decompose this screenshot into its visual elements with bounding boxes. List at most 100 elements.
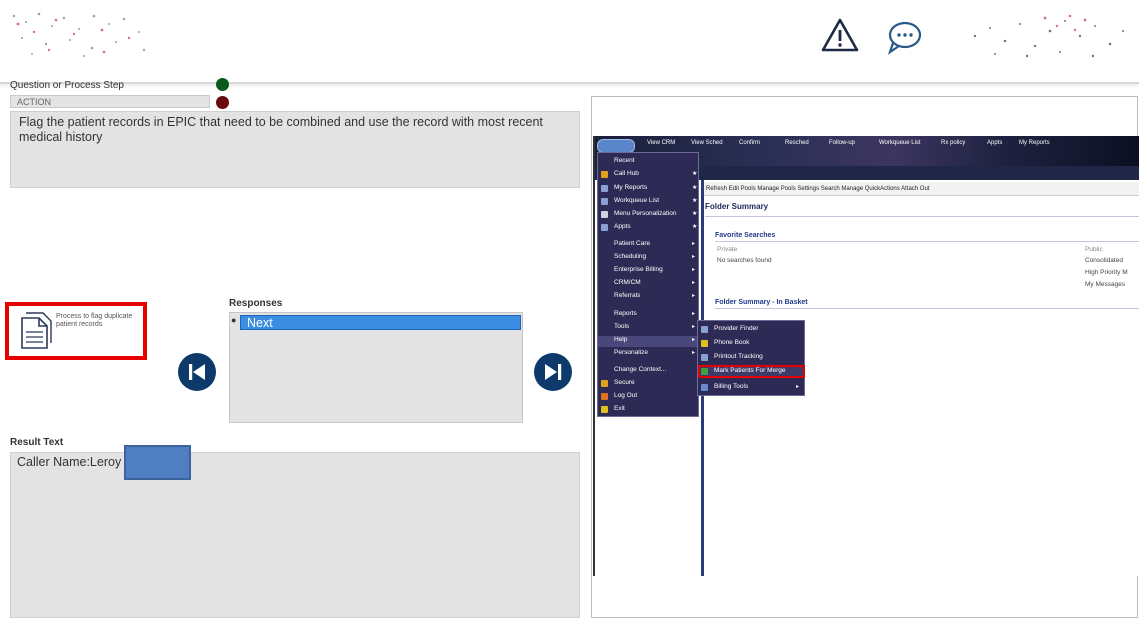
- submenu-arrow-icon: ▸: [692, 324, 696, 330]
- epic-screenshot: View CRM View Sched Confirm Resched Foll…: [593, 136, 1139, 576]
- document-link[interactable]: [5, 302, 147, 360]
- logo-left: [12, 12, 146, 57]
- menu-item[interactable]: Personalize: [614, 349, 648, 356]
- menu-item[interactable]: Log Out: [614, 392, 637, 399]
- next-button[interactable]: [534, 353, 572, 391]
- menu-item[interactable]: Recent: [614, 157, 635, 164]
- toolbar-item[interactable]: Appts: [987, 140, 1002, 146]
- action-label: ACTION: [10, 95, 210, 108]
- document-icon: [21, 312, 52, 349]
- responses-label: Responses: [229, 298, 283, 309]
- public-label: Public: [1085, 246, 1103, 253]
- red-status-dot: [216, 96, 229, 109]
- epic-menu-button[interactable]: [597, 139, 635, 153]
- no-searches-text: No searches found: [717, 257, 772, 264]
- submenu-arrow-icon: ▸: [692, 337, 696, 343]
- public-search-item[interactable]: High Priority M: [1085, 269, 1128, 276]
- submenu-item[interactable]: Billing Tools: [714, 383, 748, 390]
- chat-bubble-icon[interactable]: [884, 16, 924, 56]
- inbasket-title: Folder Summary - In Basket: [715, 299, 808, 306]
- menu-item[interactable]: Workqueue List: [614, 197, 659, 204]
- submenu-arrow-icon: ▸: [796, 384, 800, 390]
- mark-patients-for-merge-item[interactable]: Mark Patients For Merge: [714, 367, 786, 374]
- public-search-item[interactable]: My Messages: [1085, 281, 1125, 288]
- exit-icon: [601, 406, 608, 413]
- top-header: [0, 0, 1139, 84]
- submenu-item[interactable]: Phone Book: [714, 339, 749, 346]
- skip-forward-icon: [545, 364, 562, 380]
- result-text: Caller Name:Leroy: [17, 455, 122, 469]
- menu-item[interactable]: Patient Care: [614, 240, 650, 247]
- redaction-box: [124, 445, 191, 480]
- menu-item[interactable]: Exit: [614, 405, 625, 412]
- menu-item[interactable]: Change Context...: [614, 366, 666, 373]
- toolbar-item[interactable]: Follow-up: [829, 140, 855, 146]
- result-box: [10, 452, 580, 618]
- menu-item[interactable]: Scheduling: [614, 253, 646, 260]
- star-icon: ★: [692, 211, 698, 217]
- toolbar-item[interactable]: Resched: [785, 140, 809, 146]
- submenu-arrow-icon: ▸: [692, 293, 696, 299]
- submenu-arrow-icon: ▸: [692, 254, 696, 260]
- document-link-text[interactable]: Process to flag duplicate patient record…: [56, 313, 144, 329]
- submenu-arrow-icon: ▸: [692, 241, 696, 247]
- tools-highlight: [598, 336, 698, 347]
- submenu-arrow-icon: ▸: [692, 280, 696, 286]
- tools-submenu: Provider Finder Phone Book Printout Trac…: [697, 320, 805, 396]
- menu-icon: [701, 326, 708, 333]
- submenu-item[interactable]: Provider Finder: [714, 325, 758, 332]
- step-label: Question or Process Step: [10, 80, 124, 91]
- menu-item[interactable]: Enterprise Billing: [614, 266, 663, 273]
- toolbar-item[interactable]: Rx policy: [941, 140, 965, 146]
- epic-sub-toolbar[interactable]: Refresh Edit Pools Manage Pools Settings…: [703, 182, 1139, 196]
- toolbar-item[interactable]: View Sched: [691, 140, 723, 146]
- private-label: Private: [717, 246, 738, 253]
- toolbar-item[interactable]: Confirm: [739, 140, 760, 146]
- public-search-item[interactable]: Consolidated: [1085, 257, 1123, 264]
- menu-item[interactable]: Appts: [614, 223, 631, 230]
- epic-dropdown-menu: Recent Call Hub ★ My Reports ★ Workqueue L…: [597, 152, 699, 417]
- favorite-searches-title: Favorite Searches: [715, 232, 776, 239]
- menu-item-tools[interactable]: Tools: [614, 323, 629, 330]
- logo-right: [973, 14, 1124, 58]
- menu-item[interactable]: CRM/CM: [614, 279, 641, 286]
- menu-icon: [701, 384, 708, 391]
- menu-icon: [601, 198, 608, 205]
- folder-summary-title: Folder Summary: [705, 202, 769, 211]
- toolbar-item[interactable]: My Reports: [1019, 140, 1050, 146]
- submenu-item[interactable]: Printout Tracking: [714, 353, 763, 360]
- merge-icon: [701, 368, 708, 375]
- menu-icon: [601, 224, 608, 231]
- menu-icon: [601, 171, 608, 178]
- submenu-arrow-icon: ▸: [692, 350, 696, 356]
- response-radio[interactable]: ●: [231, 316, 239, 325]
- menu-item[interactable]: My Reports: [614, 184, 647, 191]
- menu-item[interactable]: Referrals: [614, 292, 640, 299]
- key-icon: [601, 393, 608, 400]
- menu-item[interactable]: Secure: [614, 379, 635, 386]
- warning-triangle-icon[interactable]: [820, 16, 860, 56]
- toolbar-item[interactable]: Workqueue List: [879, 140, 921, 146]
- previous-button[interactable]: [178, 353, 216, 391]
- menu-icon: [701, 354, 708, 361]
- menu-icon: [701, 340, 708, 347]
- submenu-arrow-icon: ▸: [692, 267, 696, 273]
- green-status-dot: [216, 78, 229, 91]
- menu-item[interactable]: Menu Personalization: [614, 210, 677, 217]
- skip-back-icon: [189, 364, 205, 380]
- star-icon: ★: [692, 171, 698, 177]
- submenu-arrow-icon: ▸: [692, 311, 696, 317]
- result-label: Result Text: [10, 437, 64, 448]
- star-icon: ★: [692, 198, 698, 204]
- response-next[interactable]: Next: [240, 315, 521, 330]
- toolbar-item[interactable]: View CRM: [647, 140, 675, 146]
- star-icon: ★: [692, 185, 698, 191]
- lock-icon: [601, 380, 608, 387]
- menu-item[interactable]: Reports: [614, 310, 637, 317]
- divider: [705, 216, 1139, 217]
- action-text: Flag the patient records in EPIC that ne…: [10, 111, 580, 188]
- menu-item[interactable]: Help: [614, 336, 627, 343]
- menu-item[interactable]: Call Hub: [614, 170, 639, 177]
- menu-icon: [601, 211, 608, 218]
- divider: [715, 308, 1139, 309]
